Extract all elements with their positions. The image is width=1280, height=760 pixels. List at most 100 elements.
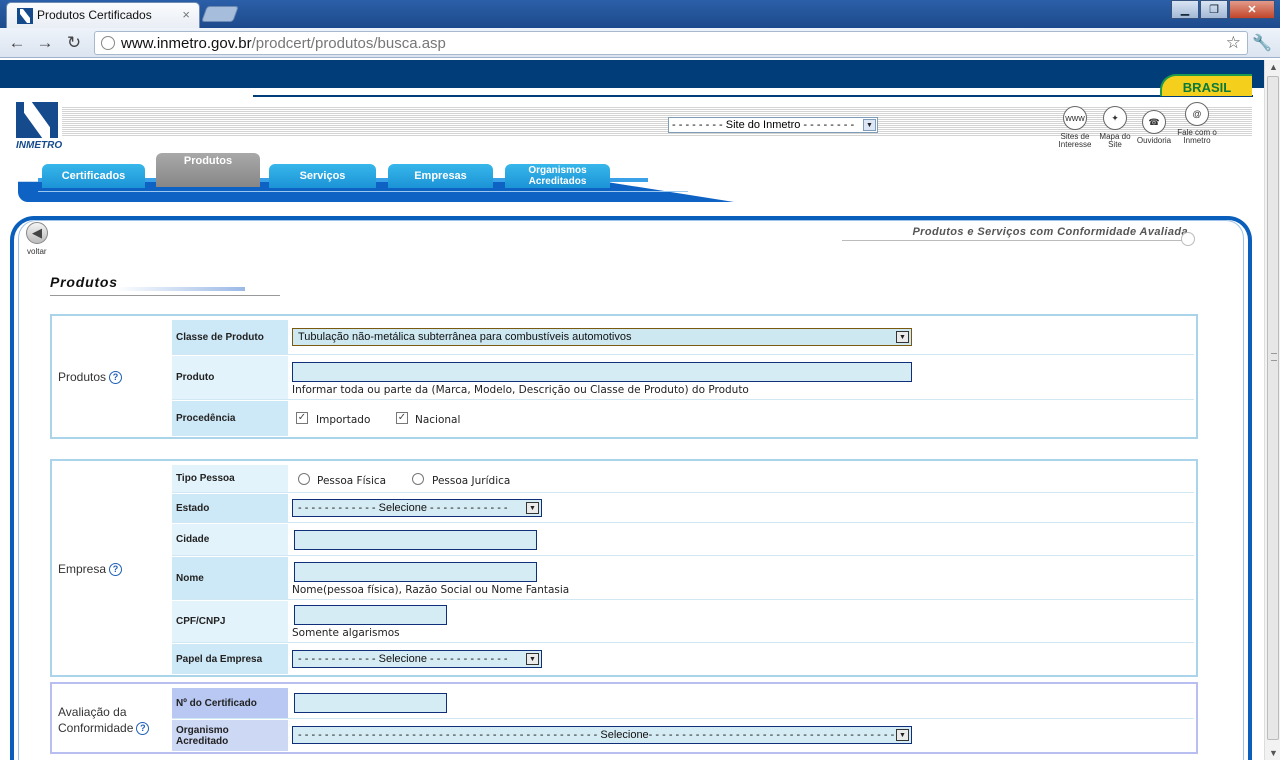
ouvidoria-link[interactable]: ☎ Ouvidoria (1131, 110, 1177, 145)
scroll-down-icon[interactable]: ▼ (1269, 748, 1278, 758)
papel-empresa-row: Papel da Empresa - - - - - - - - - - - -… (172, 644, 1194, 674)
tab-certificados[interactable]: Certificados (42, 164, 145, 188)
certificado-cell (292, 688, 1194, 718)
organismo-select[interactable]: - - - - - - - - - - - - - - - - - - - - … (292, 726, 912, 744)
cpf-cnpj-hint: Somente algarismos (292, 627, 400, 639)
vertical-scrollbar[interactable]: ▲ ▼ (1264, 60, 1280, 760)
back-button-icon[interactable]: ◀ (26, 222, 48, 244)
tipo-pessoa-row: Tipo Pessoa Pessoa Física Pessoa Jurídic… (172, 465, 1194, 493)
nome-cell: Nome(pessoa física), Razão Social ou Nom… (292, 557, 1194, 599)
window-titlebar: Produtos Certificados × ▁ ❐ ✕ (0, 0, 1280, 28)
fale-inmetro-link[interactable]: @ Fale com o Inmetro (1174, 102, 1220, 145)
dropdown-arrow-icon: ▼ (896, 729, 909, 741)
tab-servicos[interactable]: Serviços (269, 164, 376, 188)
importado-label: Importado (316, 414, 371, 426)
tipo-pessoa-cell: Pessoa Física Pessoa Jurídica (292, 465, 1194, 492)
papel-empresa-cell: - - - - - - - - - - - - Selecione - - - … (292, 644, 1194, 674)
estado-select[interactable]: - - - - - - - - - - - - Selecione - - - … (292, 499, 542, 517)
site-select-value: - - - - - - - - Site do Inmetro - - - - … (672, 119, 855, 131)
produto-cell: Informar toda ou parte da (Marca, Modelo… (292, 356, 1194, 399)
dropdown-arrow-icon: ▼ (526, 653, 539, 665)
produto-label: Produto (172, 356, 288, 399)
nacional-label: Nacional (415, 414, 461, 426)
classe-produto-label: Classe de Produto (172, 320, 288, 354)
cpf-cnpj-cell: Somente algarismos (292, 601, 1194, 642)
url-path: /prodcert/produtos/busca.asp (251, 35, 446, 52)
certificado-input[interactable] (294, 693, 447, 713)
tab-organismos-acreditados[interactable]: Organismos Acreditados (505, 164, 610, 188)
tab-close-icon[interactable]: × (182, 7, 190, 22)
bookmark-star-icon[interactable]: ☆ (1226, 33, 1241, 53)
minimize-button[interactable]: ▁ (1171, 0, 1199, 19)
voltar-label[interactable]: voltar (27, 247, 47, 256)
logo-text: INMETRO (16, 140, 63, 151)
organismo-label: Organismo Acreditado (172, 720, 288, 751)
compass-icon: ✦ (1103, 106, 1127, 130)
close-window-button[interactable]: ✕ (1229, 0, 1275, 19)
browser-tab[interactable]: Produtos Certificados × (6, 2, 200, 28)
cidade-input[interactable] (294, 530, 537, 550)
classe-produto-select[interactable]: Tubulação não-metálica subterrânea para … (292, 328, 912, 346)
section-title-rule (50, 295, 280, 296)
organismo-cell: - - - - - - - - - - - - - - - - - - - - … (292, 720, 1194, 751)
inmetro-favicon-icon (17, 8, 33, 24)
estado-cell: - - - - - - - - - - - - Selecione - - - … (292, 494, 1194, 522)
nacional-checkbox[interactable]: ✓ (396, 412, 408, 424)
wrench-icon[interactable]: 🔧 (1252, 33, 1272, 53)
pessoa-juridica-radio[interactable] (412, 473, 424, 485)
url-text: www.inmetro.gov.br/prodcert/produtos/bus… (121, 35, 446, 52)
browser-toolbar: ← → ↻ www.inmetro.gov.br/prodcert/produt… (0, 28, 1280, 58)
mapa-site-label: Mapa do Site (1099, 132, 1131, 149)
scroll-up-icon[interactable]: ▲ (1269, 62, 1278, 72)
site-do-inmetro-select[interactable]: - - - - - - - - Site do Inmetro - - - - … (668, 117, 878, 133)
nome-row: Nome Nome(pessoa física), Razão Social o… (172, 557, 1194, 600)
avaliacao-label-line2: Conformidade (58, 721, 134, 735)
cpf-cnpj-row: CPF/CNPJ Somente algarismos (172, 601, 1194, 643)
section-title-bar (115, 287, 245, 291)
procedencia-label: Procedência (172, 401, 288, 436)
scroll-grip (1271, 353, 1277, 361)
fale-inmetro-label: Fale com o Inmetro (1177, 128, 1217, 145)
help-icon[interactable]: ? (109, 371, 123, 384)
estado-row: Estado - - - - - - - - - - - - Selecione… (172, 494, 1194, 523)
estado-label: Estado (172, 494, 288, 522)
papel-empresa-select[interactable]: - - - - - - - - - - - - Selecione - - - … (292, 650, 542, 668)
reload-icon[interactable]: ↻ (63, 33, 85, 53)
cpf-cnpj-input[interactable] (294, 605, 447, 625)
produto-input[interactable] (292, 362, 912, 382)
www-icon: www (1063, 106, 1087, 130)
tab-title: Produtos Certificados (37, 8, 152, 22)
dropdown-arrow-icon: ▼ (896, 331, 909, 343)
nome-input[interactable] (294, 562, 537, 582)
estado-value: - - - - - - - - - - - - Selecione - - - … (298, 502, 508, 514)
organismo-row: Organismo Acreditado - - - - - - - - - -… (172, 720, 1194, 751)
help-icon[interactable]: ? (136, 722, 150, 735)
help-icon[interactable]: ? (109, 563, 123, 576)
window-controls: ▁ ❐ ✕ (1170, 0, 1275, 19)
inmetro-logo[interactable]: INMETRO (16, 102, 63, 151)
importado-checkbox[interactable]: ✓ (296, 412, 308, 424)
cidade-row: Cidade (172, 524, 1194, 556)
produtos-group-label: Produtos? (58, 369, 123, 385)
forward-arrow-icon[interactable]: → (34, 33, 56, 53)
classe-produto-cell: Tubulação não-metálica subterrânea para … (292, 320, 1194, 354)
dropdown-arrow-icon: ▼ (526, 502, 539, 514)
phone-icon: ☎ (1142, 110, 1166, 134)
new-tab-button[interactable] (201, 6, 239, 22)
pessoa-fisica-radio[interactable] (298, 473, 310, 485)
avaliacao-fieldset: Avaliação da Conformidade? Nº do Certifi… (50, 682, 1198, 754)
avaliacao-group-label: Avaliação da Conformidade? (58, 704, 150, 736)
sites-interesse-label: Sites de Interesse (1058, 132, 1092, 149)
tab-empresas[interactable]: Empresas (388, 164, 493, 188)
section-title: Produtos (50, 274, 118, 290)
brasil-logo[interactable]: BRASIL (1160, 74, 1252, 96)
maximize-button[interactable]: ❐ (1200, 0, 1228, 19)
scroll-thumb[interactable] (1267, 76, 1279, 740)
back-arrow-icon[interactable]: ← (6, 33, 28, 53)
tab-produtos[interactable]: Produtos (156, 153, 260, 187)
organismo-label-line2: Acreditado (176, 735, 229, 747)
dropdown-arrow-icon: ▼ (863, 119, 876, 131)
produto-hint: Informar toda ou parte da (Marca, Modelo… (292, 384, 749, 396)
address-bar[interactable]: www.inmetro.gov.br/prodcert/produtos/bus… (94, 31, 1248, 55)
page-content: BRASIL INMETRO - - - - - - - - Site do I… (0, 60, 1264, 760)
